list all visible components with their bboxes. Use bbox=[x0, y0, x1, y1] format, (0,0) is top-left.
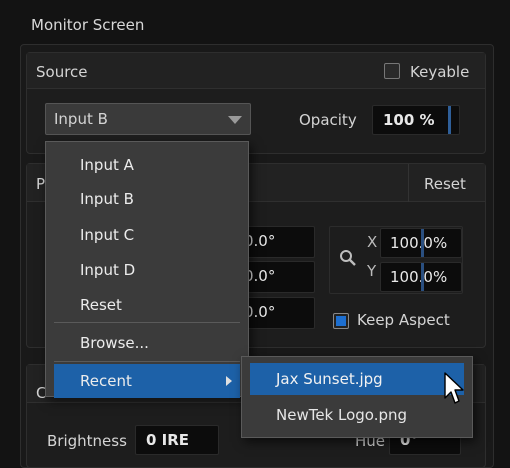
reset-button[interactable]: Reset bbox=[408, 164, 485, 202]
recent-item-jax-sunset[interactable]: Jax Sunset.jpg bbox=[250, 363, 464, 395]
dropdown-item-input-c[interactable]: Input C bbox=[46, 218, 248, 252]
dropdown-item-label: Input A bbox=[80, 156, 134, 174]
chevron-down-icon bbox=[228, 116, 242, 124]
dropdown-item-label: Recent bbox=[80, 372, 132, 390]
scale-y-tick bbox=[421, 263, 424, 291]
keep-aspect-checkbox[interactable] bbox=[333, 313, 349, 329]
position-header-label: P bbox=[36, 175, 46, 193]
dropdown-separator bbox=[54, 322, 240, 323]
scale-x-label: X bbox=[367, 233, 378, 251]
dropdown-item-input-a[interactable]: Input A bbox=[46, 148, 248, 182]
keep-aspect-label[interactable]: Keep Aspect bbox=[357, 311, 450, 329]
recent-submenu: Jax Sunset.jpg NewTek Logo.png bbox=[241, 356, 473, 438]
dropdown-item-label: Input B bbox=[80, 190, 134, 208]
reset-button-label: Reset bbox=[424, 175, 466, 193]
brightness-field[interactable]: 0 IRE bbox=[135, 425, 219, 455]
dropdown-item-browse[interactable]: Browse... bbox=[46, 326, 248, 360]
scale-x-value: 100.0% bbox=[390, 234, 448, 252]
source-section: Source Keyable Input B Opacity 100 % bbox=[26, 52, 486, 154]
dropdown-item-reset[interactable]: Reset bbox=[46, 288, 248, 322]
panel-title: Monitor Screen bbox=[31, 16, 145, 34]
brightness-label: Brightness bbox=[47, 432, 127, 450]
keyable-checkbox[interactable] bbox=[384, 63, 400, 79]
source-input-value: Input B bbox=[54, 110, 108, 128]
magnifier-icon[interactable] bbox=[339, 249, 357, 271]
brightness-value: 0 IRE bbox=[146, 431, 190, 449]
dropdown-item-label: Reset bbox=[80, 296, 122, 314]
opacity-field[interactable]: 100 % bbox=[372, 105, 460, 135]
source-input-select[interactable]: Input B bbox=[45, 103, 251, 135]
dropdown-item-label: Input D bbox=[80, 261, 136, 279]
scale-y-field[interactable]: 100.0% bbox=[380, 262, 462, 292]
dropdown-item-label: Input C bbox=[80, 226, 135, 244]
source-dropdown-menu: Input A Input B Input C Input D Reset Br… bbox=[45, 141, 249, 398]
mouse-cursor-icon bbox=[443, 372, 465, 410]
recent-item-newtek-logo[interactable]: NewTek Logo.png bbox=[250, 399, 464, 431]
keep-aspect-check-fill bbox=[336, 316, 346, 326]
dropdown-item-recent[interactable]: Recent bbox=[54, 364, 240, 398]
dropdown-item-label: Browse... bbox=[80, 334, 149, 352]
opacity-label: Opacity bbox=[299, 111, 357, 129]
scale-x-tick bbox=[421, 229, 424, 257]
source-label: Source bbox=[36, 63, 88, 81]
keyable-label[interactable]: Keyable bbox=[410, 63, 469, 81]
recent-item-label: Jax Sunset.jpg bbox=[276, 370, 383, 388]
opacity-tick bbox=[448, 106, 451, 134]
scale-y-label: Y bbox=[367, 262, 377, 280]
dropdown-item-input-d[interactable]: Input D bbox=[46, 253, 248, 287]
dropdown-separator bbox=[54, 361, 240, 362]
recent-item-label: NewTek Logo.png bbox=[276, 406, 408, 424]
opacity-value: 100 % bbox=[383, 111, 435, 129]
scale-x-field[interactable]: 100.0% bbox=[380, 228, 462, 258]
scale-y-value: 100.0% bbox=[390, 268, 448, 286]
dropdown-item-input-b[interactable]: Input B bbox=[46, 182, 248, 216]
chevron-right-icon bbox=[226, 376, 232, 386]
